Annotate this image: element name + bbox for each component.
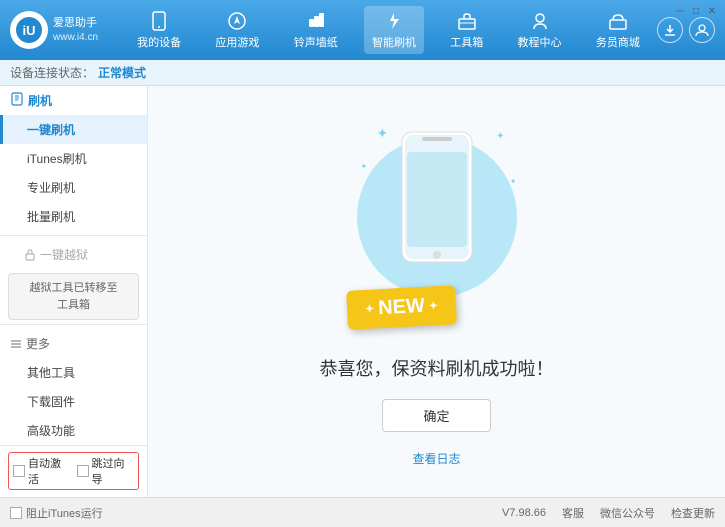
auto-activate-checkbox[interactable]: 自动激活 xyxy=(13,455,71,487)
sidebar: 刷机 一键刷机 iTunes刷机 专业刷机 批量刷机 一键越狱 越狱工具已转移至 xyxy=(0,86,148,497)
status-bar: 设备连接状态： 正常模式 xyxy=(0,60,725,86)
ringtones-icon xyxy=(305,10,327,32)
auto-check-row: 自动激活 跳过向导 xyxy=(8,452,139,490)
toolbox-icon xyxy=(456,10,478,32)
nav-toolbox[interactable]: 工具箱 xyxy=(442,6,491,54)
view-log-link[interactable]: 查看日志 xyxy=(412,450,460,467)
user-button[interactable] xyxy=(689,17,715,43)
svg-text:iU: iU xyxy=(23,23,36,38)
flash-section-icon xyxy=(10,92,24,109)
sidebar-more-section: 更多 xyxy=(0,329,147,358)
confirm-button[interactable]: 确定 xyxy=(382,399,490,432)
itunes-label: 阻止iTunes运行 xyxy=(26,505,103,521)
tutorial-icon xyxy=(529,10,551,32)
auto-activate-cb[interactable] xyxy=(13,465,25,477)
sidebar-item-advanced[interactable]: 高级功能 xyxy=(0,416,147,445)
logo-text: 爱思助手 www.i4.cn xyxy=(53,16,98,43)
sidebar-item-download-firmware[interactable]: 下载固件 xyxy=(0,387,147,416)
nav-tutorial[interactable]: 教程中心 xyxy=(510,6,570,54)
header: iU 爱思助手 www.i4.cn 我的设备 应用游戏 xyxy=(0,0,725,60)
nav-my-device[interactable]: 我的设备 xyxy=(129,6,189,54)
logo-icon: iU xyxy=(10,11,48,49)
sidebar-item-itunes-flash[interactable]: iTunes刷机 xyxy=(0,144,147,173)
sidebar-item-other-tools[interactable]: 其他工具 xyxy=(0,358,147,387)
guide-activate-checkbox[interactable]: 跳过向导 xyxy=(77,455,135,487)
customer-service-link[interactable]: 客服 xyxy=(562,505,584,521)
content-area: ✦ ✦ ✦ ✦ ✦ NEW xyxy=(148,86,725,497)
nav-apps[interactable]: 应用游戏 xyxy=(207,6,267,54)
sparkle-tr: ✦ xyxy=(496,131,504,142)
success-card: ✦ ✦ ✦ ✦ ✦ NEW xyxy=(320,117,554,467)
nav-merchant[interactable]: 务员商城 xyxy=(588,6,648,54)
minimize-button[interactable]: ─ xyxy=(673,4,687,18)
maximize-button[interactable]: □ xyxy=(689,4,703,18)
merchant-icon xyxy=(607,10,629,32)
apps-icon xyxy=(226,10,248,32)
smart-flash-icon xyxy=(383,10,405,32)
sidebar-divider-1 xyxy=(0,235,147,236)
device-info: iPhone 15 Pro Max 512GB iPhone xyxy=(8,494,139,497)
check-update-link[interactable]: 检查更新 xyxy=(671,505,715,521)
sparkle-ml: ✦ xyxy=(361,162,368,171)
success-text: 恭喜您，保资料刷机成功啦！ xyxy=(320,355,554,381)
nav-ringtones[interactable]: 铃声墙纸 xyxy=(286,6,346,54)
version-label: V7.98.66 xyxy=(502,507,546,519)
flash-section-header: 刷机 xyxy=(0,86,147,115)
sidebar-item-pro-flash[interactable]: 专业刷机 xyxy=(0,173,147,202)
itunes-bar: 阻止iTunes运行 xyxy=(10,505,103,521)
nav-bar: 我的设备 应用游戏 铃声墙纸 智能刷机 xyxy=(120,6,657,54)
itunes-checkbox[interactable] xyxy=(10,507,22,519)
sidebar-divider-2 xyxy=(0,324,147,325)
new-badge: ✦ NEW ✦ xyxy=(346,285,457,330)
guide-activate-cb[interactable] xyxy=(77,465,89,477)
header-right xyxy=(657,17,715,43)
phone-illustration: ✦ ✦ ✦ ✦ ✦ NEW xyxy=(347,117,527,337)
device-icon xyxy=(148,10,170,32)
sidebar-item-one-key-flash[interactable]: 一键刷机 xyxy=(0,115,147,144)
device-area: 自动激活 跳过向导 iPhone 15 Pro Max 512GB iPhone xyxy=(0,445,147,497)
sidebar-item-batch-flash[interactable]: 批量刷机 xyxy=(0,202,147,231)
wechat-link[interactable]: 微信公众号 xyxy=(600,505,655,521)
phone-svg xyxy=(397,127,477,267)
window-controls: ─ □ ✕ xyxy=(673,4,719,18)
sidebar-item-jailbreak-disabled: 一键越狱 xyxy=(0,240,147,269)
sidebar-notice: 越狱工具已转移至 工具箱 xyxy=(8,273,139,320)
download-button[interactable] xyxy=(657,17,683,43)
main-layout: 刷机 一键刷机 iTunes刷机 专业刷机 批量刷机 一键越狱 越狱工具已转移至 xyxy=(0,86,725,497)
sparkle-mr: ✦ xyxy=(510,177,517,186)
logo-area: iU 爱思助手 www.i4.cn xyxy=(10,11,120,49)
nav-smart-flash[interactable]: 智能刷机 xyxy=(364,6,424,54)
sparkle-tl: ✦ xyxy=(377,125,389,142)
footer: 阻止iTunes运行 V7.98.66 客服 微信公众号 检查更新 xyxy=(0,497,725,527)
close-button[interactable]: ✕ xyxy=(705,4,719,18)
